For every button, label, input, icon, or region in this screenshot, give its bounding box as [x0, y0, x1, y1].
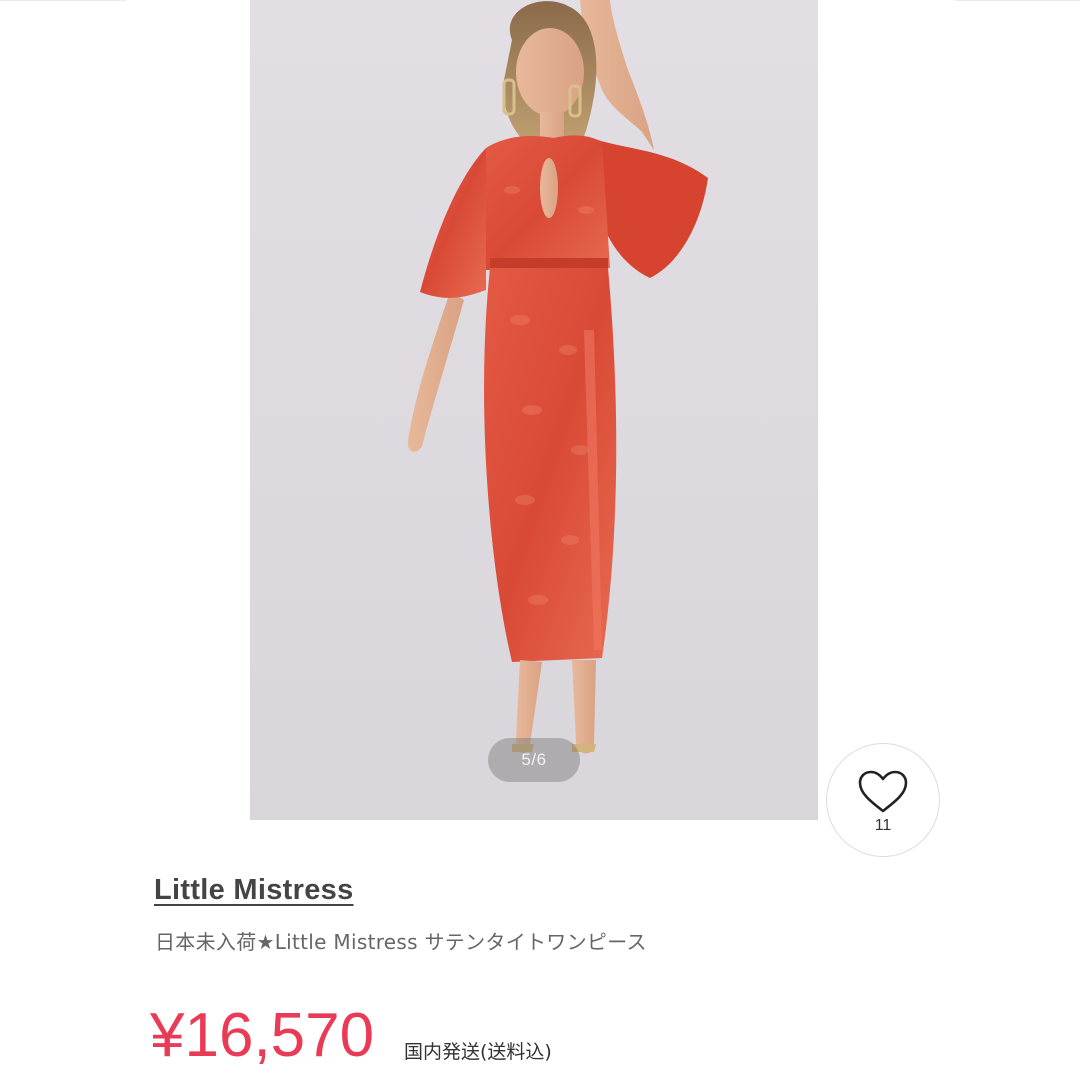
shipping-note: 国内発送(送料込)	[404, 1041, 552, 1063]
heart-icon	[858, 770, 908, 813]
top-divider-right	[955, 0, 1080, 1]
product-title: 日本未入荷★Little Mistress サテンタイトワンピース	[155, 930, 647, 954]
like-count: 11	[874, 817, 892, 834]
brand-link[interactable]: Little Mistress	[154, 874, 354, 907]
dress-photo	[250, 0, 818, 820]
image-page-indicator: 5/6	[488, 738, 580, 782]
like-button[interactable]: 11	[826, 743, 940, 857]
product-price: ¥16,570	[150, 1001, 375, 1070]
top-divider-left	[0, 0, 126, 1]
product-image[interactable]	[250, 0, 818, 820]
